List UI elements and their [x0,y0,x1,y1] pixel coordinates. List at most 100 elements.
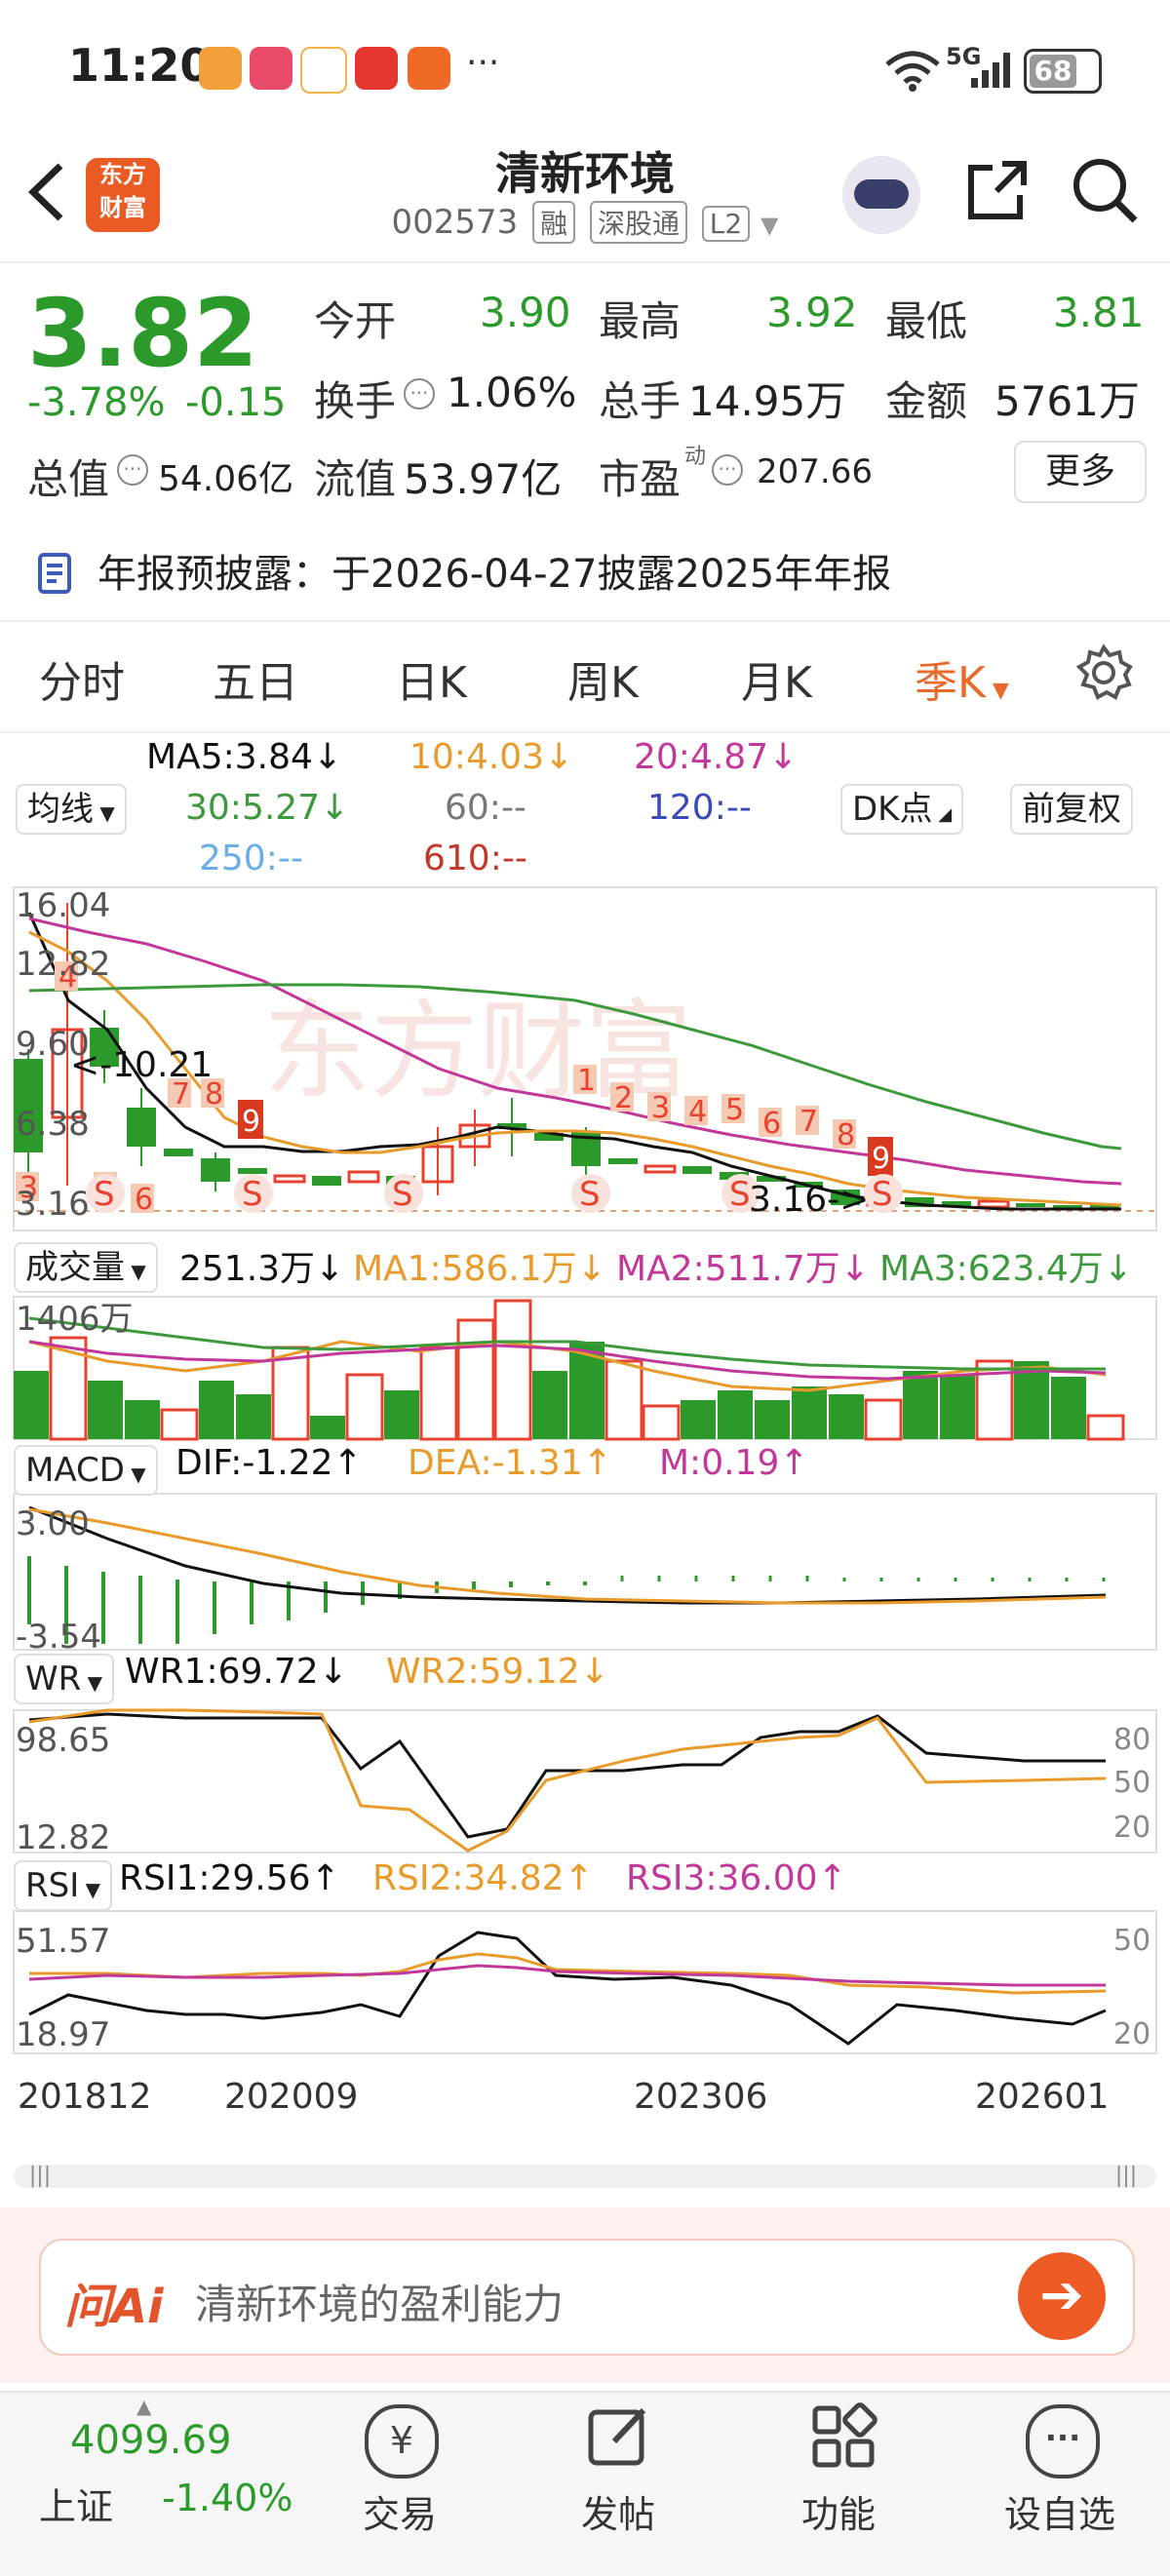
tab-weekly-k[interactable]: 周K [567,647,639,710]
mktcap-label: 总值 [27,455,110,503]
tab-monthly-k[interactable]: 月K [741,647,812,710]
turnover-label: 换手 [314,377,397,425]
macd-dea: DEA:-1.31↑ [408,1443,612,1483]
level2-tag: L2 [701,206,751,242]
low-label: 最低 [885,297,968,345]
ask-ai-placeholder[interactable]: 清新环境的盈利能力 [195,2272,564,2331]
assistant-avatar[interactable] [842,156,920,234]
connect-tag: 深股通 [589,201,687,244]
dk-point-selector[interactable]: DK点 ◢ [840,784,964,835]
share-icon[interactable] [963,156,1032,224]
tab-five-day[interactable]: 五日 [213,647,298,710]
tab-quarterly-k[interactable]: 季K ▼ [915,647,1009,710]
info-icon[interactable]: ··· [117,454,148,486]
td-mark: 5 [725,1093,744,1127]
ma-selector[interactable]: 均线 ▼ [16,784,127,835]
wr-right-label: 50 [1113,1766,1150,1800]
status-bar: 11:20 ··· 5G 68 [0,0,1170,137]
td-mark: 6 [135,1183,153,1217]
battery-icon: 68 [1024,49,1102,94]
kline-y-label: 16.04 [16,886,110,925]
scroll-handle-right[interactable]: ||| [1112,2165,1141,2188]
kline-y-label: 3.16 [16,1185,90,1224]
td-mark: 8 [837,1118,855,1152]
high-value: 3.92 [766,289,858,336]
macd-selector[interactable]: MACD ▼ [14,1445,158,1496]
adjust-selector[interactable]: 前复权 [1010,784,1133,835]
report-icon [38,553,71,594]
td-mark: 3 [651,1091,670,1125]
index-value[interactable]: 4099.69 [70,2418,231,2463]
amount-label: 金额 [885,377,968,425]
float-label: 流值 [314,455,397,503]
arrow-right-icon[interactable]: ➔ [1018,2252,1106,2340]
info-icon[interactable]: ··· [712,454,743,486]
nav-trade[interactable]: 交易 [363,2484,437,2538]
td-mark: 9 [242,1105,260,1139]
rsi-y-top: 51.57 [16,1922,110,1961]
macd-y-bottom: -3.54 [16,1618,101,1657]
status-time: 11:20 [68,39,212,92]
scroll-handle-left[interactable]: ||| [25,2165,55,2188]
rsi-right-label: 50 [1113,1924,1150,1958]
float-value: 53.97亿 [404,455,563,503]
open-label: 今开 [314,297,397,345]
current-price: 3.82 [27,279,258,388]
volume-value: 14.95万 [688,377,847,425]
chart-scrollbar[interactable] [14,2165,1156,2188]
edit-post-icon[interactable] [585,2402,653,2471]
pe-label: 市盈 [599,455,682,503]
rsi1-value: RSI1:29.56↑ [119,1858,340,1898]
macd-m: M:0.19↑ [659,1443,809,1483]
gear-icon[interactable] [1074,644,1133,702]
ma5-label: MA5:3.84↓ [146,737,343,777]
more-dots-icon[interactable]: ··· [1026,2404,1100,2478]
notification-app-icon [300,47,347,94]
nav-add-watchlist[interactable]: 设自选 [1004,2484,1115,2538]
dropdown-icon[interactable]: ▼ [760,212,778,239]
index-name[interactable]: 上证 [39,2477,113,2530]
more-button[interactable]: 更多 [1014,441,1147,503]
td-mark: 7 [800,1105,818,1139]
rsi3-value: RSI3:36.00↑ [626,1858,847,1898]
kline-y-label: 6.38 [16,1105,90,1144]
volume-selector[interactable]: 成交量 ▼ [14,1242,158,1293]
margin-tag: 融 [532,201,576,244]
tab-daily-k[interactable]: 日K [396,647,467,710]
ma10-label: 10:4.03↓ [410,737,574,777]
svg-text:S: S [579,1175,601,1214]
search-icon[interactable] [1071,156,1141,226]
notification-app-icon [355,47,398,90]
low-value: 3.81 [1053,289,1145,336]
kline-y-label: 12.82 [16,945,110,984]
wr2-value: WR2:59.12↓ [386,1652,609,1692]
turnover-value: 1.06% [447,369,577,416]
td-mark: 1 [577,1064,596,1098]
tab-intraday[interactable]: 分时 [39,647,125,710]
volume-ma2: MA2:511.7万↓ [616,1249,870,1289]
trade-yen-icon[interactable]: ¥ [365,2404,439,2478]
ma120-label: 120:-- [647,788,752,828]
wr-right-label: 20 [1113,1811,1150,1845]
rsi-selector[interactable]: RSI ▼ [14,1860,112,1911]
info-icon[interactable]: ··· [404,378,435,410]
index-change[interactable]: -1.40% [162,2477,292,2519]
report-notice[interactable]: 年报预披露：于2026-04-27披露2025年年报 [98,542,891,599]
ma250-label: 250:-- [199,839,303,878]
nav-functions[interactable]: 功能 [801,2484,876,2538]
grid-apps-icon[interactable] [809,2402,878,2471]
rsi2-value: RSI2:34.82↑ [372,1858,594,1898]
volume-ma3: MA3:623.4万↓ [879,1249,1133,1289]
svg-text:S: S [729,1175,751,1214]
high-label: 最高 [599,297,682,345]
open-value: 3.90 [480,289,571,336]
svg-text:S: S [872,1175,893,1214]
wr-selector[interactable]: WR ▼ [14,1654,114,1704]
svg-text:S: S [94,1175,115,1214]
low-annotation: 3.16-> [749,1180,869,1220]
td-mark: 9 [872,1142,890,1176]
x-axis-label: 202009 [224,2077,359,2117]
ma610-label: 610:-- [423,839,527,878]
nav-post[interactable]: 发帖 [581,2484,655,2538]
battery-level: 68 [1030,55,1076,88]
